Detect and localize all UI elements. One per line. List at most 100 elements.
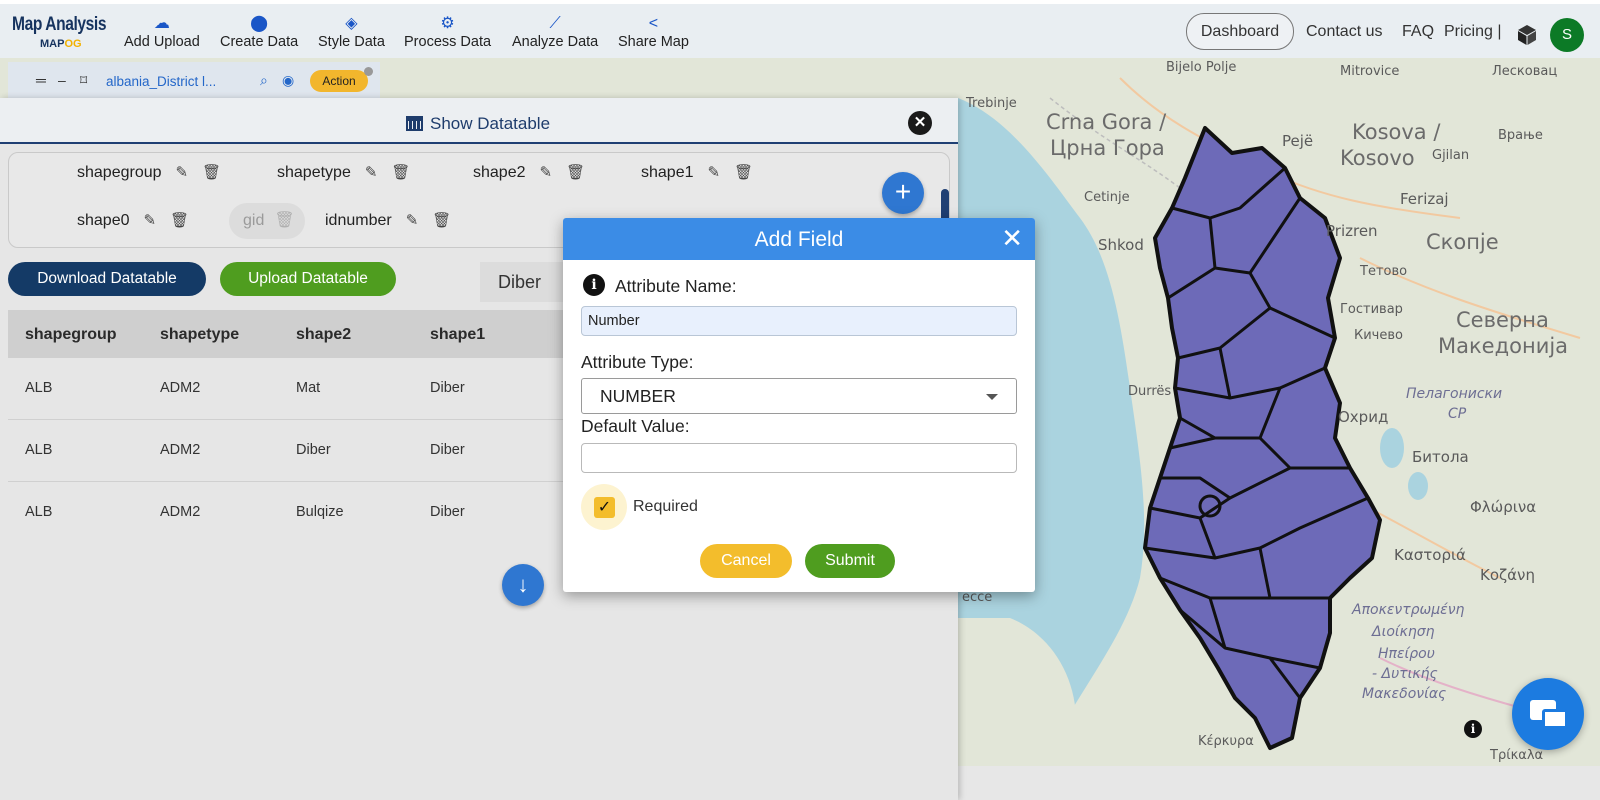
attribute-type-select[interactable]: NUMBER — [581, 378, 1017, 414]
column-header[interactable]: shapegroup — [25, 326, 117, 344]
download-datatable-button[interactable]: Download Datatable — [8, 262, 206, 296]
table-cell: Diber — [430, 380, 465, 396]
table-header-row: shapegroup shapetype shape2 shape1 — [8, 310, 570, 358]
map-label: Trebinje — [966, 96, 1017, 111]
close-icon[interactable]: ✕ — [1001, 224, 1023, 252]
edit-icon[interactable]: ✎ — [406, 211, 419, 229]
field-chip: idnumber ✎ 🗑 — [325, 211, 452, 229]
filter-value[interactable]: Diber — [480, 262, 570, 302]
map-label: Ηπείρου — [1378, 646, 1435, 662]
map-label: Црна Гора — [1050, 136, 1165, 160]
layer-row: ═ – ⌑ albania_District l... ⌕ ◉ Action — [8, 62, 380, 98]
required-checkbox[interactable]: ✓ — [594, 497, 615, 518]
layer-name[interactable]: albania_District l... — [106, 74, 216, 89]
map-pin-icon: ⬤ — [250, 15, 269, 32]
edit-icon[interactable]: ✎ — [365, 163, 378, 181]
nav-process-data[interactable]: ⚙ Process Data — [404, 14, 491, 50]
edit-icon[interactable]: ✎ — [144, 211, 157, 229]
map-label: Пелагониски — [1406, 386, 1503, 402]
nav-create-data[interactable]: ⬤ Create Data — [220, 14, 298, 50]
datatable-header: Show Datatable ✕ — [0, 98, 958, 144]
trash-icon[interactable]: 🗑 — [432, 211, 451, 229]
close-datatable-button[interactable]: ✕ — [908, 111, 932, 135]
app-title: Map Analysis — [12, 14, 107, 35]
analyze-icon: ⟋ — [549, 15, 561, 32]
field-chip: shapegroup ✎ 🗑 — [77, 163, 222, 181]
app-logo[interactable]: Map Analysis MAPOG — [12, 14, 127, 50]
user-avatar[interactable]: S — [1550, 18, 1584, 52]
map-attribution-info-icon[interactable]: i — [1464, 720, 1482, 738]
submit-button[interactable]: Submit — [805, 544, 895, 578]
nav-add-upload[interactable]: ☁ Add Upload — [124, 14, 200, 50]
map-label: Kosova / — [1352, 120, 1441, 144]
map-label: Kosovo — [1340, 146, 1415, 170]
trash-icon[interactable]: 🗑 — [391, 163, 410, 181]
edit-icon[interactable]: ✎ — [540, 163, 553, 181]
nav-share-map[interactable]: < Share Map — [618, 14, 689, 50]
map-label: Prizren — [1326, 222, 1378, 240]
map-label: Κέρκυρα — [1198, 734, 1254, 749]
map-label: Mitrovice — [1340, 64, 1400, 79]
map-label: Αποκεντρωμένη — [1352, 602, 1465, 618]
table-cell: ALB — [25, 504, 53, 520]
attribute-type-label: Attribute Type: — [581, 352, 694, 372]
faq-link[interactable]: FAQ — [1402, 23, 1434, 41]
contact-us-link[interactable]: Contact us — [1306, 23, 1382, 41]
table-cell: Diber — [430, 504, 465, 520]
map-label: Ferizaj — [1400, 190, 1449, 208]
pricing-link[interactable]: Pricing | — [1444, 23, 1502, 41]
trash-icon[interactable]: 🗑 — [202, 163, 221, 181]
edit-icon[interactable]: ✎ — [708, 163, 721, 181]
trash-icon[interactable]: 🗑 — [566, 163, 585, 181]
top-toolbar: Map Analysis MAPOG ☁ Add Upload ⬤ Create… — [0, 0, 1600, 58]
column-header[interactable]: shape2 — [296, 326, 351, 344]
map-label: СР — [1448, 406, 1467, 422]
map-label: Pejë — [1282, 132, 1314, 150]
table-row[interactable]: ALB ADM2 Bulqize Diber — [8, 482, 570, 544]
column-header[interactable]: shapetype — [160, 326, 239, 344]
table-cell: Diber — [430, 442, 465, 458]
status-dot — [364, 67, 373, 76]
map-label: Durrës — [1128, 384, 1172, 399]
table-row[interactable]: ALB ADM2 Diber Diber — [8, 420, 570, 482]
table-cell: ALB — [25, 380, 53, 396]
info-icon[interactable]: i — [583, 274, 605, 296]
zoom-to-layer-icon[interactable]: ⌕ — [260, 72, 268, 89]
eye-icon[interactable]: ◉ — [282, 72, 294, 89]
edit-icon[interactable]: ✎ — [176, 163, 189, 181]
action-button[interactable]: Action — [310, 70, 368, 92]
add-field-dialog: Add Field ✕ i Attribute Name: Attribute … — [563, 218, 1035, 592]
nav-analyze-data[interactable]: ⟋ Analyze Data — [512, 14, 598, 50]
brand-sub: MAPOG — [40, 38, 82, 50]
map-label: Φλώρινα — [1470, 498, 1537, 516]
scroll-down-button[interactable]: ↓ — [502, 564, 544, 606]
polygon-icon: ⌑ — [80, 72, 88, 88]
cancel-button[interactable]: Cancel — [700, 544, 792, 578]
map-label: Κοζάνη — [1480, 566, 1535, 584]
drag-handle-icon[interactable]: ═ — [36, 72, 46, 88]
column-header[interactable]: shape1 — [430, 326, 485, 344]
map-label: Cetinje — [1084, 190, 1130, 205]
trash-icon[interactable]: 🗑 — [170, 211, 189, 229]
upload-datatable-button[interactable]: Upload Datatable — [220, 262, 396, 296]
field-chip: shape2 ✎ 🗑 — [473, 163, 586, 181]
table-cell: ADM2 — [160, 380, 201, 396]
table-cell: Diber — [296, 442, 331, 458]
map-label: Διοίκηση — [1372, 624, 1435, 640]
field-chip: shape0 ✎ 🗑 — [77, 211, 190, 229]
add-field-button[interactable]: + — [882, 172, 924, 214]
collapse-icon[interactable]: – — [58, 72, 66, 88]
chat-widget-button[interactable] — [1512, 678, 1584, 750]
table-cell: ADM2 — [160, 442, 201, 458]
default-value-input[interactable] — [581, 443, 1017, 473]
table-row[interactable]: ALB ADM2 Mat Diber — [8, 358, 570, 420]
attribute-name-input[interactable] — [581, 306, 1017, 336]
trash-icon[interactable]: 🗑 — [734, 163, 753, 181]
dashboard-button[interactable]: Dashboard — [1186, 13, 1294, 50]
map-label: Τρίκαλα — [1490, 748, 1544, 763]
cube-icon[interactable] — [1516, 24, 1538, 46]
dialog-title: Add Field — [754, 228, 844, 251]
nav-style-data[interactable]: ◈ Style Data — [318, 14, 385, 50]
cloud-upload-icon: ☁ — [153, 15, 170, 32]
map-label: Bijelo Polje — [1166, 60, 1237, 75]
